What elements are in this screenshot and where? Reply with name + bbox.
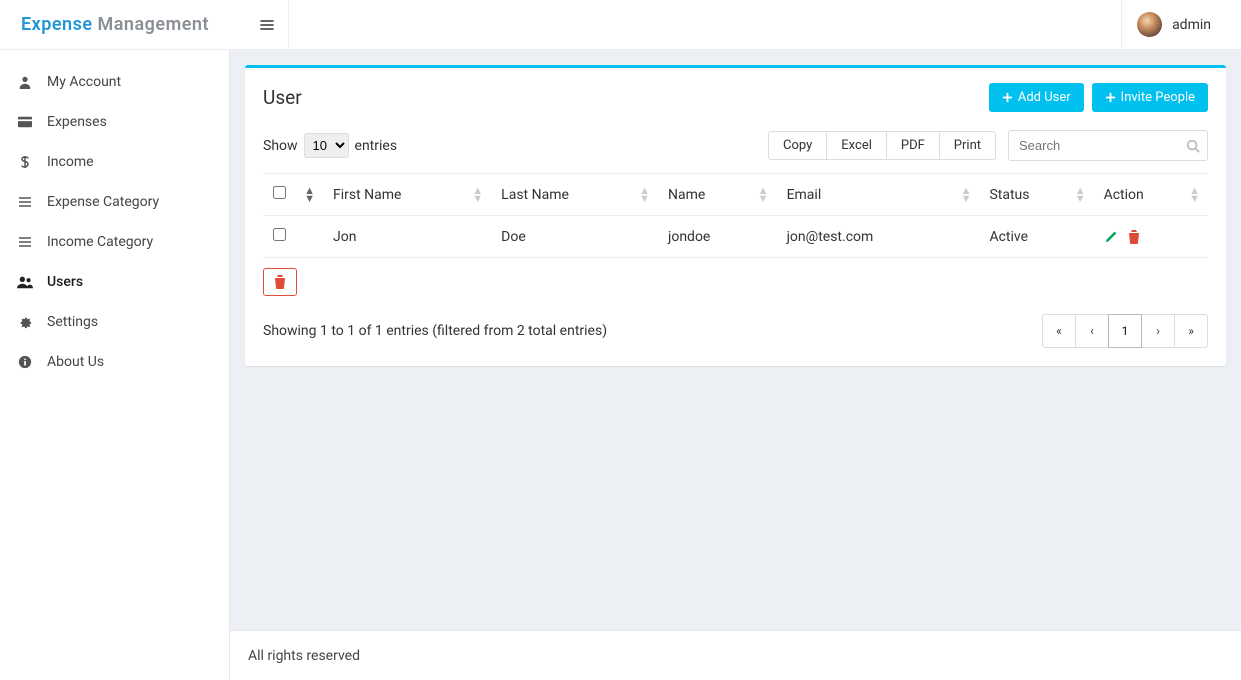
search-icon xyxy=(1186,139,1200,153)
sidebar-item-settings[interactable]: Settings xyxy=(0,302,229,342)
sidebar-item-users[interactable]: Users xyxy=(0,262,229,302)
sidebar: My Account Expenses Income Expense Categ… xyxy=(0,50,230,680)
page-last-button[interactable]: » xyxy=(1174,314,1208,348)
user-icon xyxy=(15,75,35,89)
copy-button[interactable]: Copy xyxy=(768,131,827,160)
page-first-button[interactable]: « xyxy=(1042,314,1076,348)
user-menu[interactable]: admin xyxy=(1121,0,1226,49)
trash-icon xyxy=(274,275,286,289)
length-suffix: entries xyxy=(355,138,398,154)
info-icon xyxy=(15,355,35,369)
pdf-button[interactable]: PDF xyxy=(886,131,940,160)
cell-email: jon@test.com xyxy=(777,216,980,258)
sort-icon: ▲▼ xyxy=(961,187,972,203)
invite-people-label: Invite People xyxy=(1121,90,1195,105)
plus-icon xyxy=(1002,92,1013,103)
table-header-row: ▲▼ First Name▲▼ Last Name▲▼ Name▲▼ Email… xyxy=(263,174,1208,216)
brand-part2: Management xyxy=(98,14,210,35)
list-icon xyxy=(15,196,35,208)
users-table: ▲▼ First Name▲▼ Last Name▲▼ Name▲▼ Email… xyxy=(263,173,1208,258)
sort-icon: ▲▼ xyxy=(1189,187,1200,203)
sidebar-item-label: Expense Category xyxy=(47,194,159,210)
plus-icon xyxy=(1105,92,1116,103)
page-next-button[interactable]: › xyxy=(1141,314,1175,348)
sidebar-item-label: Expenses xyxy=(47,114,107,130)
search-wrap xyxy=(1008,130,1208,161)
sidebar-item-my-account[interactable]: My Account xyxy=(0,62,229,102)
sidebar-item-label: Income Category xyxy=(47,234,153,250)
sidebar-item-label: My Account xyxy=(47,74,121,90)
col-action: Action▲▼ xyxy=(1094,174,1208,216)
sort-icon: ▲▼ xyxy=(758,187,769,203)
datatable-bottom: Showing 1 to 1 of 1 entries (filtered fr… xyxy=(263,314,1208,348)
add-user-button[interactable]: Add User xyxy=(989,83,1084,112)
sidebar-item-about-us[interactable]: About Us xyxy=(0,342,229,382)
datatable-top: Show 10 entries Copy Excel PDF Print xyxy=(263,130,1208,161)
delete-button[interactable] xyxy=(1128,230,1140,244)
box-header: User Add User Invite People xyxy=(245,68,1226,122)
sidebar-item-income-category[interactable]: Income Category xyxy=(0,222,229,262)
export-buttons: Copy Excel PDF Print xyxy=(769,131,996,160)
sort-icon: ▲▼ xyxy=(1075,187,1086,203)
cell-last-name: Doe xyxy=(491,216,658,258)
page-number-button[interactable]: 1 xyxy=(1108,314,1142,348)
main-header: Expense Management admin xyxy=(0,0,1241,50)
content: User Add User Invite People Show 10 xyxy=(230,50,1241,630)
col-email[interactable]: Email▲▼ xyxy=(777,174,980,216)
avatar xyxy=(1137,12,1162,37)
col-first-name[interactable]: First Name▲▼ xyxy=(323,174,491,216)
print-button[interactable]: Print xyxy=(939,131,996,160)
header-actions: Add User Invite People xyxy=(989,83,1208,112)
sort-icon[interactable]: ▲▼ xyxy=(304,187,315,203)
username-label: admin xyxy=(1172,17,1211,33)
cell-name: jondoe xyxy=(658,216,777,258)
col-status[interactable]: Status▲▼ xyxy=(979,174,1093,216)
bulk-delete-button[interactable] xyxy=(263,268,297,296)
cell-first-name: Jon xyxy=(323,216,491,258)
sidebar-item-label: Settings xyxy=(47,314,98,330)
length-prefix: Show xyxy=(263,138,298,154)
col-name[interactable]: Name▲▼ xyxy=(658,174,777,216)
dollar-icon xyxy=(15,155,35,169)
sidebar-toggle-button[interactable] xyxy=(245,0,289,49)
sidebar-item-expenses[interactable]: Expenses xyxy=(0,102,229,142)
select-all-checkbox[interactable] xyxy=(273,186,286,199)
search-input[interactable] xyxy=(1008,130,1208,161)
user-box: User Add User Invite People Show 10 xyxy=(245,65,1226,366)
datatable-top-right: Copy Excel PDF Print xyxy=(769,130,1208,161)
row-checkbox[interactable] xyxy=(273,228,286,241)
brand-part1: Expense xyxy=(21,14,93,35)
pagination: « ‹ 1 › » xyxy=(1043,314,1208,348)
excel-button[interactable]: Excel xyxy=(826,131,887,160)
footer-text: All rights reserved xyxy=(248,648,360,664)
invite-people-button[interactable]: Invite People xyxy=(1092,83,1208,112)
credit-card-icon xyxy=(15,116,35,128)
edit-button[interactable] xyxy=(1104,230,1118,244)
brand-logo[interactable]: Expense Management xyxy=(0,0,230,49)
col-last-name[interactable]: Last Name▲▼ xyxy=(491,174,658,216)
sort-icon: ▲▼ xyxy=(639,187,650,203)
list-icon xyxy=(15,236,35,248)
box-body: Show 10 entries Copy Excel PDF Print xyxy=(245,130,1226,366)
datatable-info: Showing 1 to 1 of 1 entries (filtered fr… xyxy=(263,323,607,339)
cell-status: Active xyxy=(979,216,1093,258)
gears-icon xyxy=(15,315,35,329)
add-user-label: Add User xyxy=(1018,90,1071,105)
sidebar-item-expense-category[interactable]: Expense Category xyxy=(0,182,229,222)
sidebar-item-label: About Us xyxy=(47,354,104,370)
bars-icon xyxy=(260,18,274,32)
sort-icon: ▲▼ xyxy=(472,187,483,203)
sidebar-item-label: Income xyxy=(47,154,94,170)
page-prev-button[interactable]: ‹ xyxy=(1075,314,1109,348)
length-control: Show 10 entries xyxy=(263,133,397,158)
length-select[interactable]: 10 xyxy=(304,133,349,158)
sidebar-item-label: Users xyxy=(47,274,83,290)
footer: All rights reserved xyxy=(230,630,1241,680)
navbar: admin xyxy=(230,0,1241,49)
page-title: User xyxy=(263,86,302,109)
sidebar-item-income[interactable]: Income xyxy=(0,142,229,182)
users-icon xyxy=(15,275,35,289)
row-actions xyxy=(1104,230,1198,244)
table-row: Jon Doe jondoe jon@test.com Active xyxy=(263,216,1208,258)
